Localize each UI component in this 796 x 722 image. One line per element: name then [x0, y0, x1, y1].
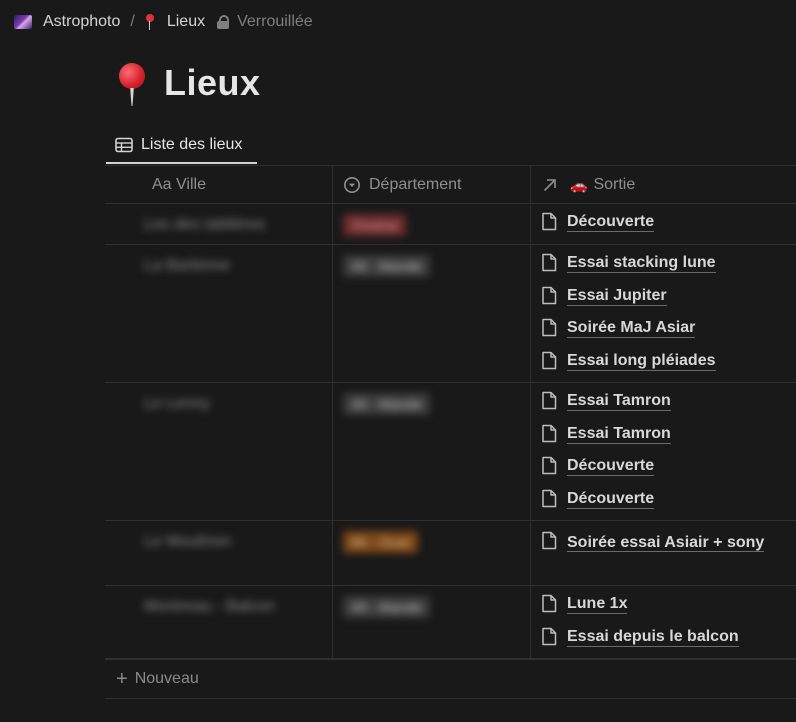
select-circle-icon — [344, 177, 360, 193]
page-icon — [542, 456, 557, 475]
sortie-link[interactable]: Lune 1x — [541, 586, 796, 619]
breadcrumb-separator: / — [130, 13, 135, 30]
departement-tag[interactable]: 49 - Mande — [343, 255, 430, 277]
sortie-link[interactable]: Soirée MaJ Asiar — [541, 310, 796, 343]
ville-cell[interactable]: Le Lenny — [144, 395, 210, 413]
page-title[interactable]: Lieux — [164, 62, 261, 104]
sortie-link[interactable]: Découverte — [541, 204, 796, 237]
page-icon — [542, 594, 557, 613]
departement-tag[interactable]: 49 - Mande — [343, 596, 430, 618]
sortie-link[interactable]: Essai stacking lune — [541, 245, 796, 278]
table-icon — [115, 137, 133, 153]
sortie-link[interactable]: Essai depuis le balcon — [541, 619, 796, 652]
sortie-cell[interactable]: Essai Tamron Essai Tamron Découverte Déc… — [541, 383, 796, 513]
ville-cell[interactable]: La Barbinne — [144, 257, 230, 275]
page-icon — [542, 424, 557, 442]
sortie-link[interactable]: Essai long pléiades — [541, 343, 796, 376]
column-header-sortie[interactable]: 🚗 Sortie — [542, 166, 635, 204]
page-icon — [542, 286, 557, 304]
new-row-label: Nouveau — [134, 670, 199, 687]
sortie-link[interactable]: Soirée essai Asiair + sony — [541, 521, 796, 556]
page-icon — [542, 212, 557, 231]
lock-icon — [217, 15, 230, 29]
table-row[interactable]: Le Lenny 49 - Mande Essai Tamron Essai T… — [105, 383, 796, 521]
page-icon — [542, 391, 557, 410]
new-row-button[interactable]: + Nouveau — [105, 659, 796, 699]
relation-arrow-icon — [543, 179, 556, 192]
breadcrumb-page[interactable]: Lieux — [167, 13, 205, 31]
column-label: Sortie — [593, 176, 636, 193]
column-label: Aa Ville — [152, 176, 206, 193]
plus-icon: + — [116, 668, 128, 690]
page-icon — [542, 318, 557, 337]
pushpin-page-icon[interactable] — [112, 58, 152, 108]
page-icon — [542, 489, 557, 507]
page-icon — [542, 351, 557, 369]
sortie-cell[interactable]: Soirée essai Asiair + sony — [541, 521, 796, 556]
page-header: Lieux — [112, 58, 261, 108]
column-header-ville[interactable]: Aa Ville — [152, 166, 206, 204]
page-icon — [542, 531, 557, 550]
column-header-departement[interactable]: Département — [343, 166, 462, 204]
breadcrumb: Astrophoto / Lieux Verrouillée — [14, 10, 313, 34]
sortie-link[interactable]: Essai Tamron — [541, 383, 796, 416]
departement-tag[interactable]: Ossèse — [343, 214, 407, 236]
table-row[interactable]: Montreau - Balcon 49 - Mande Lune 1x Ess… — [105, 586, 796, 659]
ville-cell[interactable]: Les des tablières — [144, 216, 265, 234]
table-row[interactable]: La Barbinne 49 - Mande Essai stacking lu… — [105, 245, 796, 383]
column-divider — [530, 165, 531, 659]
breadcrumb-workspace[interactable]: Astrophoto — [43, 13, 120, 31]
sortie-link[interactable]: Essai Tamron — [541, 416, 796, 449]
car-icon: 🚗 — [570, 176, 588, 193]
page-icon — [542, 627, 557, 645]
sortie-cell[interactable]: Lune 1x Essai depuis le balcon — [541, 586, 796, 651]
departement-tag[interactable]: 86 - Ouar — [343, 531, 419, 553]
ville-cell[interactable]: Le Moulinon — [144, 533, 231, 551]
locked-status[interactable]: Verrouillée — [237, 13, 313, 31]
tab-label: Liste des lieux — [141, 136, 243, 153]
sortie-link[interactable]: Essai Jupiter — [541, 278, 796, 311]
column-label: Département — [369, 176, 462, 193]
sortie-link[interactable]: Découverte — [541, 481, 796, 514]
sortie-cell[interactable]: Découverte — [541, 204, 796, 237]
table-header: Aa Ville Département 🚗 Sortie — [105, 165, 796, 204]
sortie-link[interactable]: Découverte — [541, 448, 796, 481]
tab-liste-des-lieux[interactable]: Liste des lieux — [106, 128, 257, 164]
table-row[interactable]: Le Moulinon 86 - Ouar Soirée essai Asiai… — [105, 521, 796, 586]
departement-tag[interactable]: 49 - Mande — [343, 393, 430, 415]
sortie-cell[interactable]: Essai stacking lune Essai Jupiter Soirée… — [541, 245, 796, 375]
table-row[interactable]: Les des tablières Ossèse Découverte — [105, 204, 796, 245]
page-icon — [542, 253, 557, 272]
pushpin-icon — [145, 14, 155, 30]
database-table: Aa Ville Département 🚗 Sortie Les des ta… — [105, 165, 796, 659]
milky-way-icon — [14, 15, 32, 29]
column-divider — [332, 165, 333, 659]
ville-cell[interactable]: Montreau - Balcon — [144, 598, 275, 616]
